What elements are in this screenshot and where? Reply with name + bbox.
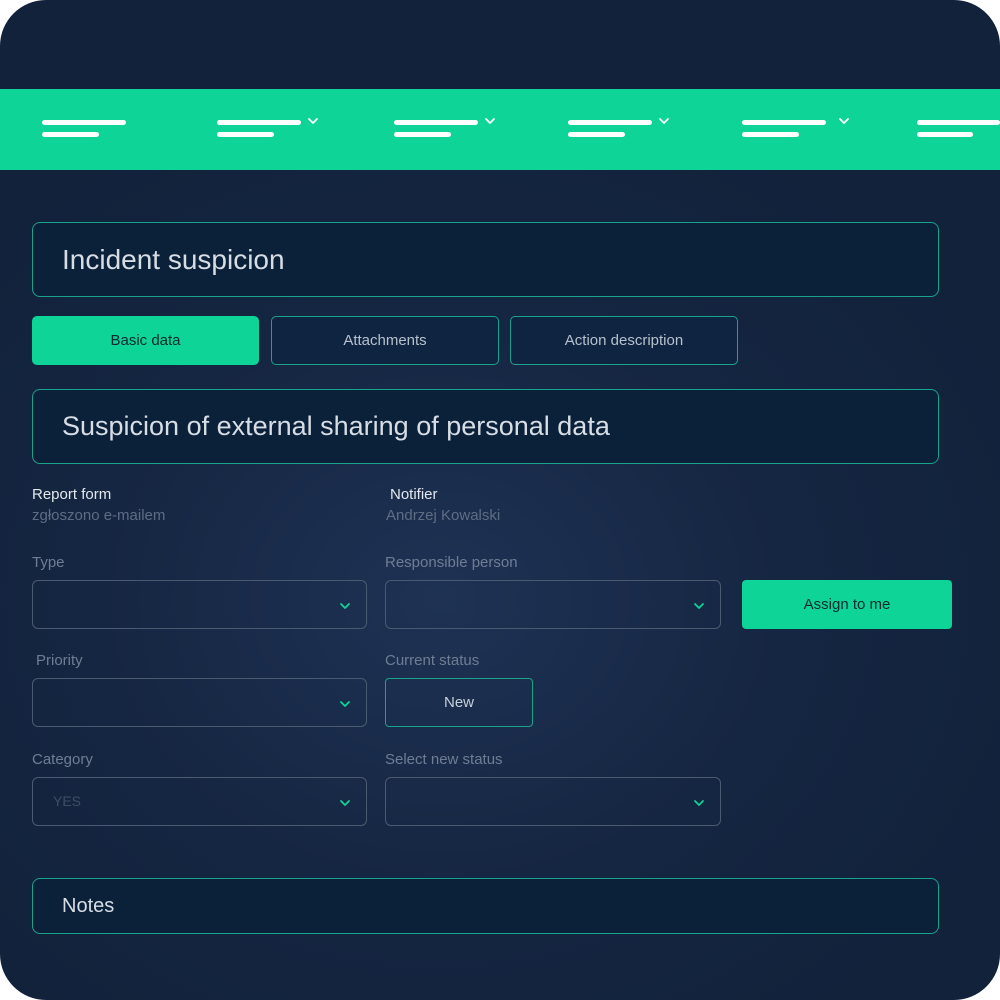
tab-action-description[interactable]: Action description [510, 316, 738, 365]
notifier-title: Notifier [390, 486, 438, 503]
responsible-person-label: Responsible person [385, 554, 518, 571]
chevron-down-icon [659, 118, 669, 124]
chevron-down-icon [694, 800, 704, 806]
tab-basic-data[interactable]: Basic data [32, 316, 259, 365]
responsible-person-select[interactable] [385, 580, 721, 629]
chevron-down-icon [340, 800, 350, 806]
category-label: Category [32, 751, 93, 768]
chevron-down-icon [340, 603, 350, 609]
report-form-title: Report form [32, 486, 112, 503]
chevron-down-icon [485, 118, 495, 124]
notifier-value: Andrzej Kowalski [386, 507, 501, 524]
top-nav-bar [0, 89, 1000, 170]
type-select[interactable] [32, 580, 367, 629]
incident-subject-panel: Suspicion of external sharing of persona… [32, 389, 939, 464]
app-frame: Incident suspicion Basic data Attachment… [0, 0, 1000, 1000]
priority-label: Priority [36, 652, 83, 669]
new-status-select[interactable] [385, 777, 721, 826]
new-status-label: Select new status [385, 751, 503, 768]
incident-subject: Suspicion of external sharing of persona… [62, 411, 610, 441]
page-title: Incident suspicion [62, 243, 285, 275]
current-status-badge: New [385, 678, 533, 727]
tab-attachments[interactable]: Attachments [271, 316, 499, 365]
chevron-down-icon [694, 603, 704, 609]
assign-to-me-button[interactable]: Assign to me [742, 580, 952, 629]
category-select-value: YES [53, 793, 82, 809]
category-select[interactable]: YES [32, 777, 367, 826]
current-status-label: Current status [385, 652, 480, 669]
chevron-down-icon [839, 118, 849, 124]
notes-panel[interactable]: Notes [32, 878, 939, 934]
chevron-down-icon [308, 118, 318, 124]
notes-label: Notes [62, 894, 115, 917]
page-title-panel: Incident suspicion [32, 222, 939, 297]
report-form-value: zgłoszono e-mailem [32, 507, 166, 524]
chevron-down-icon [340, 701, 350, 707]
priority-select[interactable] [32, 678, 367, 727]
type-label: Type [32, 554, 65, 571]
